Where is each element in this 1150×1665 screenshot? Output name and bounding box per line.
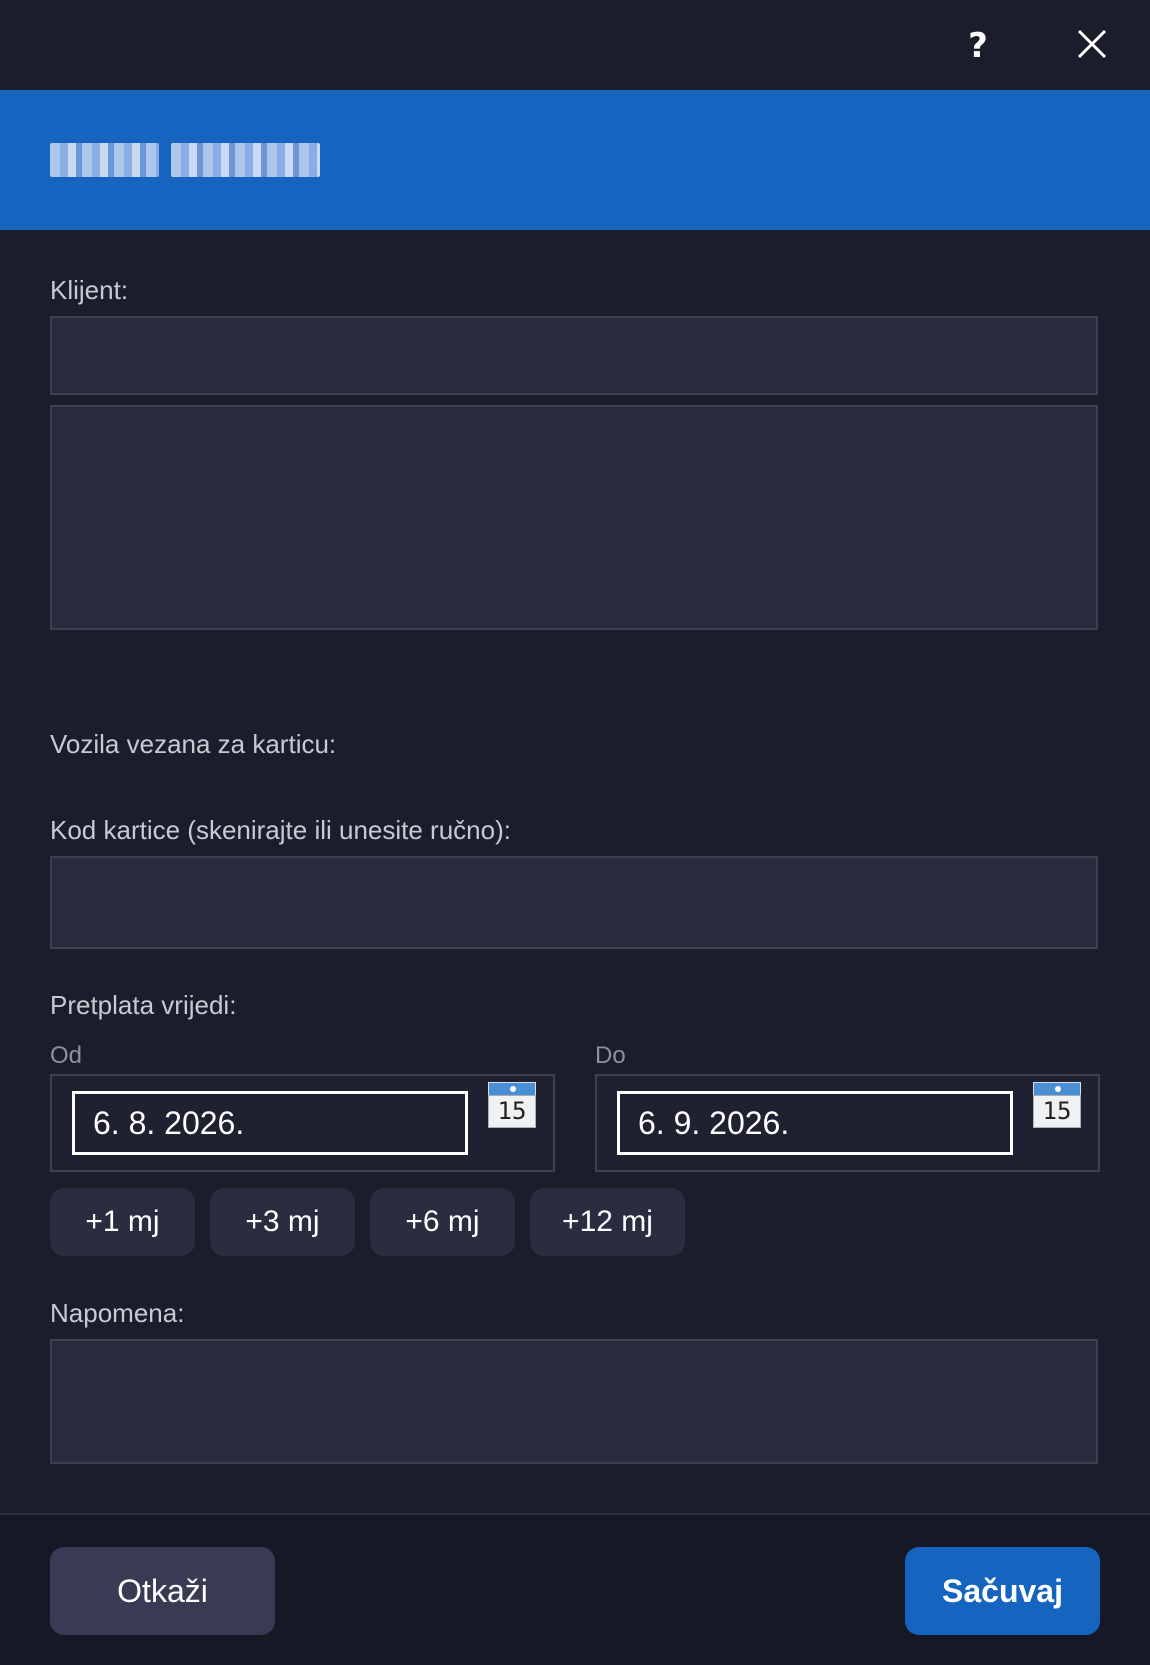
to-label: Do: [595, 1042, 626, 1069]
save-button[interactable]: Sačuvaj: [905, 1547, 1100, 1635]
calendar-icon[interactable]: 15: [1033, 1082, 1081, 1128]
client-label: Klijent:: [50, 275, 129, 305]
client-input[interactable]: [50, 316, 1098, 395]
subscription-label: Pretplata vrijedi:: [50, 990, 237, 1020]
dialog-title-blurred: [50, 140, 320, 180]
add-12-months-button[interactable]: +12 mj: [530, 1188, 685, 1256]
vehicles-label: Vozila vezana za karticu:: [50, 729, 337, 759]
help-button[interactable]: ?: [960, 24, 996, 68]
from-label: Od: [50, 1042, 83, 1069]
note-input[interactable]: [50, 1339, 1098, 1464]
from-date-input[interactable]: 6. 8. 2026.: [72, 1091, 468, 1155]
close-icon[interactable]: [1074, 26, 1110, 62]
to-date-group: 6. 9. 2026. 15: [595, 1074, 1100, 1172]
add-6-months-button[interactable]: +6 mj: [370, 1188, 515, 1256]
dialog-topbar: ?: [0, 0, 1150, 90]
note-label: Napomena:: [50, 1298, 185, 1328]
to-date-input[interactable]: 6. 9. 2026.: [617, 1091, 1013, 1155]
add-3-months-button[interactable]: +3 mj: [210, 1188, 355, 1256]
cancel-button[interactable]: Otkaži: [50, 1547, 275, 1635]
card-code-input[interactable]: [50, 856, 1098, 949]
dialog-title-band: [0, 90, 1150, 230]
add-1-month-button[interactable]: +1 mj: [50, 1188, 195, 1256]
from-date-group: 6. 8. 2026. 15: [50, 1074, 555, 1172]
calendar-icon[interactable]: 15: [488, 1082, 536, 1128]
dialog-footer: Otkaži Sačuvaj: [0, 1515, 1150, 1665]
client-details-box: [50, 405, 1098, 630]
card-code-label: Kod kartice (skenirajte ili unesite ručn…: [50, 815, 511, 845]
